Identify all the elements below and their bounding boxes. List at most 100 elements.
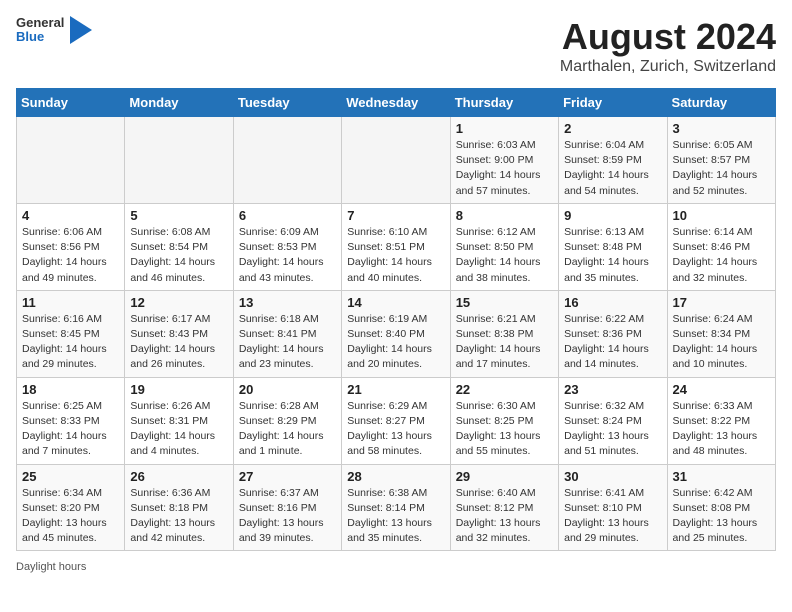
day-info: Sunrise: 6:25 AM Sunset: 8:33 PM Dayligh… — [22, 399, 119, 460]
day-info: Sunrise: 6:42 AM Sunset: 8:08 PM Dayligh… — [673, 486, 770, 547]
weekday-header: Sunday — [17, 89, 125, 117]
calendar-cell: 16Sunrise: 6:22 AM Sunset: 8:36 PM Dayli… — [559, 290, 667, 377]
day-info: Sunrise: 6:30 AM Sunset: 8:25 PM Dayligh… — [456, 399, 553, 460]
day-info: Sunrise: 6:13 AM Sunset: 8:48 PM Dayligh… — [564, 225, 661, 286]
day-number: 16 — [564, 295, 661, 310]
day-info: Sunrise: 6:28 AM Sunset: 8:29 PM Dayligh… — [239, 399, 336, 460]
weekday-header: Saturday — [667, 89, 775, 117]
calendar-cell: 10Sunrise: 6:14 AM Sunset: 8:46 PM Dayli… — [667, 203, 775, 290]
calendar-week-row: 1 Sunrise: 6:03 AM Sunset: 9:00 PM Daylig… — [17, 117, 776, 204]
calendar-cell: 3 Sunrise: 6:05 AM Sunset: 8:57 PM Daylig… — [667, 117, 775, 204]
day-info: Sunrise: 6:16 AM Sunset: 8:45 PM Dayligh… — [22, 312, 119, 373]
day-info: Sunrise: 6:37 AM Sunset: 8:16 PM Dayligh… — [239, 486, 336, 547]
day-number: 5 — [130, 208, 227, 223]
weekday-header: Thursday — [450, 89, 558, 117]
day-number: 31 — [673, 469, 770, 484]
calendar-cell: 1 Sunrise: 6:03 AM Sunset: 9:00 PM Daylig… — [450, 117, 558, 204]
day-info: Sunrise: 6:24 AM Sunset: 8:34 PM Dayligh… — [673, 312, 770, 373]
day-number: 28 — [347, 469, 444, 484]
day-number: 22 — [456, 382, 553, 397]
weekday-header: Monday — [125, 89, 233, 117]
day-number: 30 — [564, 469, 661, 484]
page-subtitle: Marthalen, Zurich, Switzerland — [560, 58, 776, 76]
day-number: 21 — [347, 382, 444, 397]
day-info: Sunrise: 6:12 AM Sunset: 8:50 PM Dayligh… — [456, 225, 553, 286]
calendar-cell: 29 Sunrise: 6:40 AM Sunset: 8:12 PM Dayli… — [450, 464, 558, 551]
calendar-week-row: 18 Sunrise: 6:25 AM Sunset: 8:33 PM Dayli… — [17, 377, 776, 464]
day-number: 4 — [22, 208, 119, 223]
calendar-table: SundayMondayTuesdayWednesdayThursdayFrid… — [16, 88, 776, 551]
day-info: Sunrise: 6:08 AM Sunset: 8:54 PM Dayligh… — [130, 225, 227, 286]
calendar-cell: 4 Sunrise: 6:06 AM Sunset: 8:56 PM Daylig… — [17, 203, 125, 290]
day-number: 2 — [564, 121, 661, 136]
calendar-cell: 17 Sunrise: 6:24 AM Sunset: 8:34 PM Dayli… — [667, 290, 775, 377]
calendar-cell: 13 Sunrise: 6:18 AM Sunset: 8:41 PM Dayli… — [233, 290, 341, 377]
day-number: 11 — [22, 295, 119, 310]
calendar-cell: 2 Sunrise: 6:04 AM Sunset: 8:59 PM Daylig… — [559, 117, 667, 204]
calendar-cell: 31 Sunrise: 6:42 AM Sunset: 8:08 PM Dayli… — [667, 464, 775, 551]
calendar-cell: 8Sunrise: 6:12 AM Sunset: 8:50 PM Daylig… — [450, 203, 558, 290]
day-number: 3 — [673, 121, 770, 136]
day-number: 1 — [456, 121, 553, 136]
logo-text: General Blue — [16, 16, 64, 45]
day-info: Sunrise: 6:17 AM Sunset: 8:43 PM Dayligh… — [130, 312, 227, 373]
day-info: Sunrise: 6:40 AM Sunset: 8:12 PM Dayligh… — [456, 486, 553, 547]
calendar-cell: 24Sunrise: 6:33 AM Sunset: 8:22 PM Dayli… — [667, 377, 775, 464]
day-info: Sunrise: 6:21 AM Sunset: 8:38 PM Dayligh… — [456, 312, 553, 373]
day-info: Sunrise: 6:41 AM Sunset: 8:10 PM Dayligh… — [564, 486, 661, 547]
header: General Blue August 2024 Marthalen, Zuri… — [16, 16, 776, 76]
day-number: 12 — [130, 295, 227, 310]
day-number: 18 — [22, 382, 119, 397]
calendar-cell: 15Sunrise: 6:21 AM Sunset: 8:38 PM Dayli… — [450, 290, 558, 377]
calendar-cell: 5 Sunrise: 6:08 AM Sunset: 8:54 PM Daylig… — [125, 203, 233, 290]
calendar-cell: 20Sunrise: 6:28 AM Sunset: 8:29 PM Dayli… — [233, 377, 341, 464]
calendar-cell: 28 Sunrise: 6:38 AM Sunset: 8:14 PM Dayli… — [342, 464, 450, 551]
day-info: Sunrise: 6:03 AM Sunset: 9:00 PM Dayligh… — [456, 138, 553, 199]
day-info: Sunrise: 6:38 AM Sunset: 8:14 PM Dayligh… — [347, 486, 444, 547]
day-number: 17 — [673, 295, 770, 310]
day-number: 7 — [347, 208, 444, 223]
calendar-cell: 30 Sunrise: 6:41 AM Sunset: 8:10 PM Dayli… — [559, 464, 667, 551]
calendar-week-row: 11 Sunrise: 6:16 AM Sunset: 8:45 PM Dayli… — [17, 290, 776, 377]
calendar-week-row: 4 Sunrise: 6:06 AM Sunset: 8:56 PM Daylig… — [17, 203, 776, 290]
day-info: Sunrise: 6:29 AM Sunset: 8:27 PM Dayligh… — [347, 399, 444, 460]
calendar-cell — [125, 117, 233, 204]
calendar-cell — [233, 117, 341, 204]
day-number: 19 — [130, 382, 227, 397]
day-info: Sunrise: 6:10 AM Sunset: 8:51 PM Dayligh… — [347, 225, 444, 286]
day-number: 25 — [22, 469, 119, 484]
calendar-cell — [342, 117, 450, 204]
title-area: August 2024 Marthalen, Zurich, Switzerla… — [560, 16, 776, 76]
day-info: Sunrise: 6:18 AM Sunset: 8:41 PM Dayligh… — [239, 312, 336, 373]
calendar-cell: 7 Sunrise: 6:10 AM Sunset: 8:51 PM Daylig… — [342, 203, 450, 290]
day-info: Sunrise: 6:06 AM Sunset: 8:56 PM Dayligh… — [22, 225, 119, 286]
calendar-cell: 9Sunrise: 6:13 AM Sunset: 8:48 PM Daylig… — [559, 203, 667, 290]
logo-arrow-icon — [70, 16, 92, 44]
calendar-cell: 6Sunrise: 6:09 AM Sunset: 8:53 PM Daylig… — [233, 203, 341, 290]
day-number: 14 — [347, 295, 444, 310]
day-number: 26 — [130, 469, 227, 484]
calendar-cell: 12 Sunrise: 6:17 AM Sunset: 8:43 PM Dayli… — [125, 290, 233, 377]
day-info: Sunrise: 6:04 AM Sunset: 8:59 PM Dayligh… — [564, 138, 661, 199]
calendar-cell: 26 Sunrise: 6:36 AM Sunset: 8:18 PM Dayli… — [125, 464, 233, 551]
calendar-cell: 14Sunrise: 6:19 AM Sunset: 8:40 PM Dayli… — [342, 290, 450, 377]
calendar-cell: 23 Sunrise: 6:32 AM Sunset: 8:24 PM Dayli… — [559, 377, 667, 464]
footer: Daylight hours — [16, 561, 776, 573]
weekday-header: Tuesday — [233, 89, 341, 117]
day-info: Sunrise: 6:36 AM Sunset: 8:18 PM Dayligh… — [130, 486, 227, 547]
day-number: 29 — [456, 469, 553, 484]
calendar-cell: 19Sunrise: 6:26 AM Sunset: 8:31 PM Dayli… — [125, 377, 233, 464]
logo: General Blue — [16, 16, 92, 45]
day-number: 23 — [564, 382, 661, 397]
calendar-cell: 18 Sunrise: 6:25 AM Sunset: 8:33 PM Dayli… — [17, 377, 125, 464]
day-number: 27 — [239, 469, 336, 484]
calendar-cell: 11 Sunrise: 6:16 AM Sunset: 8:45 PM Dayli… — [17, 290, 125, 377]
day-number: 24 — [673, 382, 770, 397]
page-title: August 2024 — [560, 16, 776, 58]
day-info: Sunrise: 6:05 AM Sunset: 8:57 PM Dayligh… — [673, 138, 770, 199]
day-info: Sunrise: 6:32 AM Sunset: 8:24 PM Dayligh… — [564, 399, 661, 460]
day-number: 13 — [239, 295, 336, 310]
calendar-week-row: 25Sunrise: 6:34 AM Sunset: 8:20 PM Dayli… — [17, 464, 776, 551]
day-info: Sunrise: 6:14 AM Sunset: 8:46 PM Dayligh… — [673, 225, 770, 286]
day-info: Sunrise: 6:09 AM Sunset: 8:53 PM Dayligh… — [239, 225, 336, 286]
